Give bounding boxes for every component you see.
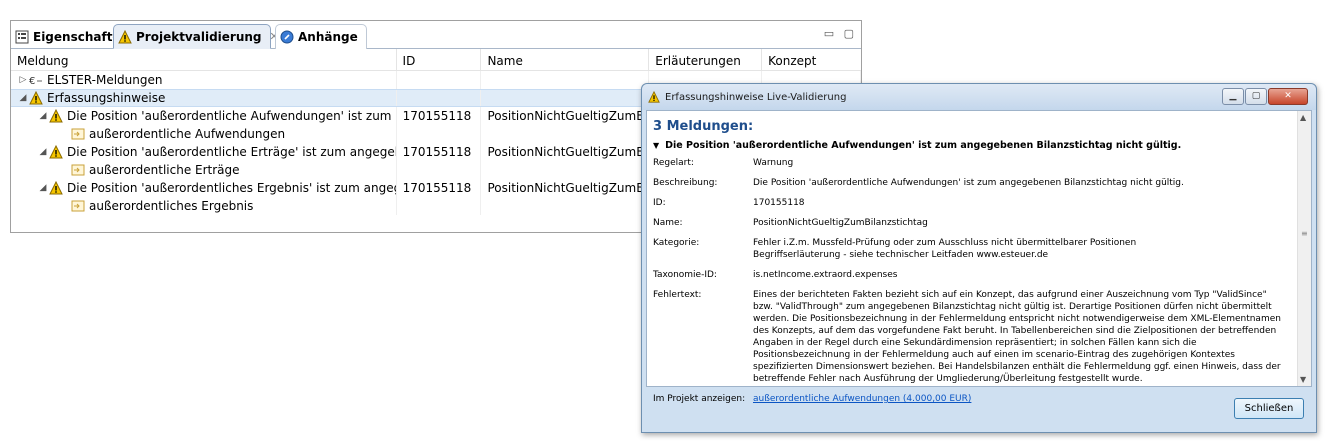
detail-row: Regelart: Warnung (653, 157, 1291, 169)
detail-value-2: Begriffserläuterung - siehe technischer … (753, 250, 1049, 260)
concept-icon (71, 200, 85, 212)
scroll-up-icon[interactable]: ▲ (1300, 113, 1306, 122)
detail-value: Die Position 'außerordentliche Aufwendun… (753, 178, 1184, 188)
detail-row: ID: 170155118 (653, 197, 1291, 209)
name-cell: PositionNichtGueltigZumBilanzstichtag (481, 143, 650, 161)
detail-key: Beschreibung: (653, 178, 718, 188)
vertical-scrollbar[interactable]: ▲ ≡ ▼ (1297, 111, 1311, 386)
detail-value: is.netIncome.extraord.expenses (753, 270, 898, 280)
scroll-down-icon[interactable]: ▼ (1300, 375, 1306, 384)
message-text: ELSTER-Meldungen (47, 73, 163, 87)
name-cell (481, 125, 650, 143)
live-validation-dialog: Erfassungshinweise Live-Validierung ▁ ▢ … (641, 83, 1317, 433)
detail-value: 170155118 (753, 198, 805, 208)
detail-key: Fehlertext: (653, 290, 702, 300)
name-cell (481, 161, 650, 179)
name-cell (481, 90, 650, 106)
collapse-icon[interactable]: ◢ (37, 111, 49, 121)
expand-icon[interactable]: ▷ (17, 75, 29, 85)
id-cell (397, 125, 482, 143)
message-text: Die Position 'außerordentliche Aufwendun… (67, 109, 396, 123)
tab-eigenschaften[interactable]: Eigenschaften (11, 24, 129, 49)
dialog-title: Erfassungshinweise Live-Validierung (665, 91, 847, 103)
warning-icon (49, 145, 63, 159)
column-header-meldung[interactable]: Meldung (11, 49, 397, 70)
detail-row: Taxonomie-ID: is.netIncome.extraord.expe… (653, 269, 1291, 281)
message-text: Die Position 'außerordentliche Erträge' … (67, 145, 396, 159)
elster-icon: € (29, 76, 42, 87)
attachment-icon (280, 30, 294, 44)
dialog-titlebar[interactable]: Erfassungshinweise Live-Validierung (642, 84, 1316, 110)
detail-key: Regelart: (653, 158, 694, 168)
warning-icon (648, 91, 660, 103)
detail-key: Taxonomie-ID: (653, 270, 717, 280)
id-cell: 170155118 (397, 143, 482, 161)
message-count-title: 3 Meldungen: (653, 119, 754, 134)
detail-value: Eines der berichteten Fakten bezieht sic… (753, 290, 1281, 384)
warning-icon (49, 109, 63, 123)
dialog-footer: Schließen (646, 388, 1312, 432)
collapse-icon[interactable]: ▼ (653, 141, 659, 150)
message-header[interactable]: ▼ Die Position 'außerordentliche Aufwend… (653, 140, 1291, 151)
window-controls: ▁ ▢ ✕ (1221, 88, 1308, 105)
close-button[interactable]: Schließen (1234, 398, 1304, 419)
column-header-konzept[interactable]: Konzept (762, 49, 861, 70)
tab-label: Anhänge (298, 30, 358, 44)
id-cell (397, 71, 482, 89)
concept-icon (71, 164, 85, 176)
collapse-icon[interactable]: ◢ (37, 183, 49, 193)
column-header-erlaeuterungen[interactable]: Erläuterungen (649, 49, 763, 70)
concept-icon (71, 128, 85, 140)
detail-row: Kategorie: Fehler i.Z.m. Mussfeld-Prüfun… (653, 237, 1291, 261)
id-cell (397, 161, 482, 179)
name-cell (481, 197, 650, 215)
column-header-name[interactable]: Name (481, 49, 650, 70)
properties-icon (15, 30, 29, 43)
id-cell: 170155118 (397, 107, 482, 125)
collapse-icon[interactable]: ◢ (37, 147, 49, 157)
tab-label: Projektvalidierung (136, 29, 262, 44)
detail-value: Warnung (753, 158, 794, 168)
message-header-text: Die Position 'außerordentliche Aufwendun… (665, 140, 1182, 151)
tab-anhaenge[interactable]: Anhänge (275, 24, 367, 49)
tab-projektvalidierung[interactable]: Projektvalidierung ✕ (113, 24, 279, 49)
detail-value: Fehler i.Z.m. Mussfeld-Prüfung oder zum … (753, 238, 1137, 248)
detail-value: PositionNichtGueltigZumBilanzstichtag (753, 218, 928, 228)
message-text: außerordentliches Ergebnis (89, 199, 254, 213)
id-cell (397, 197, 482, 215)
message-text: Die Position 'außerordentliches Ergebnis… (67, 181, 396, 195)
id-cell: 170155118 (397, 179, 482, 197)
tab-bar: Eigenschaften Projektvalidierung ✕ Anhän… (11, 21, 861, 49)
name-cell: PositionNichtGueltigZumBilanzstichtag (481, 179, 650, 197)
svg-text:€: € (29, 76, 35, 87)
name-cell (481, 71, 650, 89)
collapse-icon[interactable]: ◢ (17, 93, 29, 103)
detail-key: ID: (653, 198, 666, 208)
table-header: Meldung ID Name Erläuterungen Konzept (11, 49, 861, 71)
minimize-button[interactable]: ▁ (1222, 88, 1244, 105)
detail-row: Name: PositionNichtGueltigZumBilanzstich… (653, 217, 1291, 229)
message-text: Erfassungshinweise (47, 91, 166, 105)
scroll-grip-icon[interactable]: ≡ (1301, 229, 1308, 238)
dialog-content: 3 Meldungen: ▼ Die Position 'außerordent… (646, 110, 1312, 404)
id-cell (397, 90, 482, 106)
message-text: außerordentliche Aufwendungen (89, 127, 286, 141)
detail-key: Kategorie: (653, 238, 700, 248)
detail-row: Beschreibung: Die Position 'außerordentl… (653, 177, 1291, 189)
detail-key: Name: (653, 218, 683, 228)
minimize-maximize-controls[interactable]: ▭ ▢ (824, 27, 857, 40)
column-header-id[interactable]: ID (397, 49, 482, 70)
maximize-button[interactable]: ▢ (1245, 88, 1267, 105)
warning-icon (49, 181, 63, 195)
name-cell: PositionNichtGueltigZumBilanzstichtag (481, 107, 650, 125)
warning-icon (29, 91, 43, 105)
message-text: außerordentliche Erträge (89, 163, 240, 177)
close-window-button[interactable]: ✕ (1268, 88, 1308, 105)
detail-row: Fehlertext: Eines der berichteten Fakten… (653, 289, 1291, 385)
warning-icon (118, 29, 132, 43)
